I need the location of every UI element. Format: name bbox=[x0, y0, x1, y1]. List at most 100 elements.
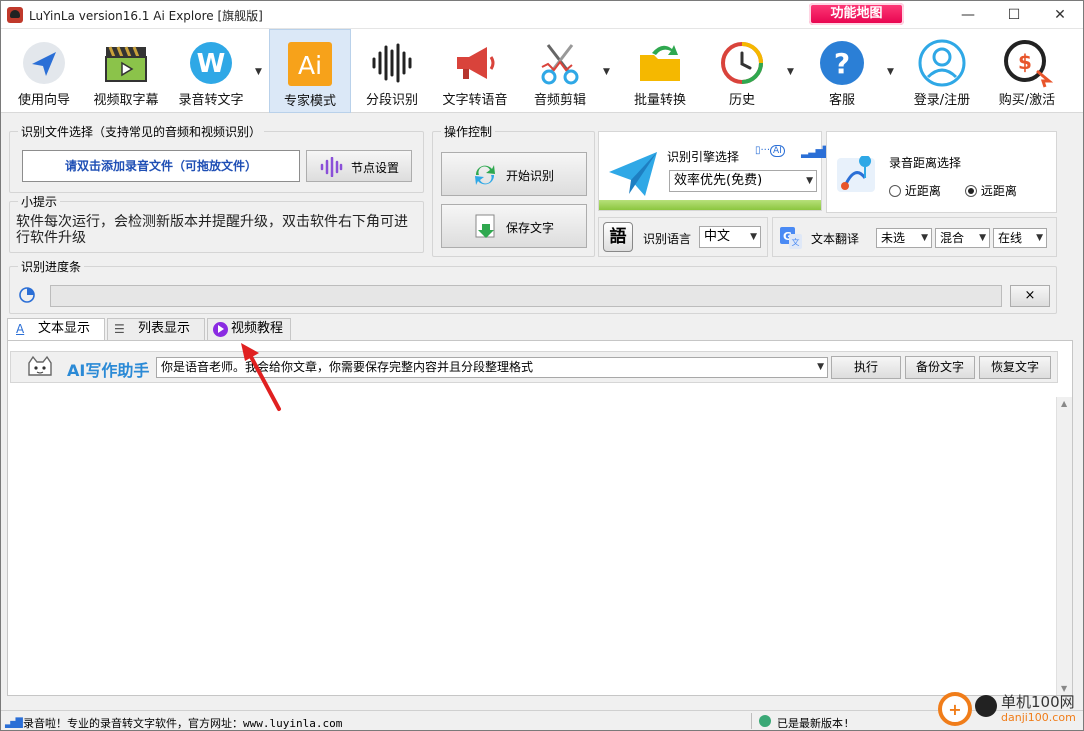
toolbar-label: 登录/注册 bbox=[913, 93, 971, 108]
chevron-down-icon[interactable]: ▼ bbox=[255, 67, 265, 77]
engine-select[interactable]: 效率优先(免费) ▼ bbox=[669, 170, 817, 192]
radio-near[interactable]: 近距离 bbox=[889, 182, 941, 199]
toolbar-label: 客服 bbox=[828, 93, 855, 108]
tab-list-display[interactable]: ☰ 列表显示 bbox=[107, 318, 205, 340]
toolbar-label: 购买/激活 bbox=[998, 93, 1056, 108]
user-icon bbox=[918, 39, 966, 87]
paper-plane-icon bbox=[609, 152, 657, 196]
tab-text-label: 文本显示 bbox=[38, 321, 91, 336]
toolbar-audio-edit[interactable]: 音频剪辑 bbox=[521, 29, 599, 113]
toolbar-audio-to-text[interactable]: W 录音转文字 bbox=[171, 29, 251, 113]
watermark-logo-icon: + bbox=[938, 692, 972, 726]
chevron-down-icon[interactable]: ▼ bbox=[787, 67, 797, 77]
add-file-dropzone[interactable]: 请双击添加录音文件（可拖放文件） bbox=[22, 150, 300, 182]
progress-title: 识别进度条 bbox=[18, 258, 85, 275]
chevron-down-icon: ▼ bbox=[817, 362, 824, 372]
language-glyph-icon: 語 bbox=[603, 222, 633, 252]
tips-group: 小提示 软件每次运行，会检测新版本并提醒升级，双击软件右下角可进行软件升级 bbox=[9, 193, 424, 253]
ai-wave-icon: ▯··· AI bbox=[755, 145, 785, 157]
tips-text: 软件每次运行，会检测新版本并提醒升级，双击软件右下角可进行软件升级 bbox=[16, 214, 408, 246]
toolbar-label: 音频剪辑 bbox=[533, 93, 586, 108]
toolbar-batch-convert[interactable]: 批量转换 bbox=[621, 29, 699, 113]
chevron-down-icon[interactable]: ▼ bbox=[887, 67, 897, 77]
waveform-icon bbox=[372, 43, 412, 83]
clear-progress-button[interactable]: × bbox=[1010, 285, 1050, 307]
translate-mode-value: 未选 bbox=[881, 231, 906, 245]
translate-mix-value: 混合 bbox=[940, 231, 965, 245]
distance-label: 录音距离选择 bbox=[889, 156, 962, 170]
translate-panel: G 文 文本翻译 未选 ▼ 混合 ▼ 在线 ▼ bbox=[772, 217, 1057, 257]
node-settings-label: 节点设置 bbox=[351, 161, 400, 175]
restore-text-button[interactable]: 恢复文字 bbox=[979, 356, 1051, 379]
status-left-text: 录音啦！专业的录音转文字软件，官方网址：www.luyinla.com bbox=[23, 717, 343, 730]
translate-label: 文本翻译 bbox=[811, 232, 860, 246]
ai-writer-bar: AI写作助手 你是语音老师。我会给你文章，你需要保存完整内容并且分段整理格式 ▼… bbox=[10, 351, 1058, 383]
save-document-icon bbox=[475, 214, 495, 238]
toolbar-segment-recognize[interactable]: 分段识别 bbox=[355, 29, 429, 113]
robot-cat-icon bbox=[28, 355, 52, 376]
translate-online-select[interactable]: 在线 ▼ bbox=[993, 228, 1047, 248]
save-text-button[interactable]: 保存文字 bbox=[441, 204, 587, 248]
function-map-button[interactable]: 功能地图 bbox=[809, 3, 904, 25]
language-select[interactable]: 中文 ▼ bbox=[699, 226, 761, 248]
ai-icon: Ai bbox=[288, 42, 332, 86]
tab-text-display[interactable]: A 文本显示 bbox=[7, 318, 105, 341]
status-version-text[interactable]: 已是最新版本! bbox=[777, 715, 850, 730]
toolbar-guide[interactable]: 使用向导 bbox=[5, 29, 83, 113]
w-circle-icon: W bbox=[190, 42, 232, 84]
toolbar-video-subtitle[interactable]: 视频取字幕 bbox=[87, 29, 165, 113]
radio-far-label: 远距离 bbox=[980, 184, 1017, 198]
tips-title: 小提示 bbox=[18, 193, 61, 210]
translate-mode-select[interactable]: 未选 ▼ bbox=[876, 228, 932, 248]
toolbar-label: 录音转文字 bbox=[178, 93, 244, 108]
node-settings-button[interactable]: 节点设置 bbox=[306, 150, 412, 182]
watermark-dot-icon bbox=[975, 695, 997, 717]
toolbar-label: 历史 bbox=[728, 93, 755, 108]
radio-far[interactable]: 远距离 bbox=[965, 182, 1017, 199]
help-question-icon: ? bbox=[820, 41, 864, 85]
site-watermark: + 单机100网 danji100.com bbox=[937, 689, 1083, 730]
minimize-button[interactable]: — bbox=[945, 1, 991, 29]
scroll-up-icon[interactable]: ▲ bbox=[1061, 399, 1067, 408]
toolbar-text-to-speech[interactable]: 文字转语音 bbox=[435, 29, 515, 113]
status-divider bbox=[751, 713, 753, 729]
backup-text-button[interactable]: 备份文字 bbox=[905, 356, 975, 379]
file-select-title: 识别文件选择（支持常见的音频和视频识别） bbox=[18, 123, 265, 140]
execute-button[interactable]: 执行 bbox=[831, 356, 901, 379]
close-button[interactable]: ✕ bbox=[1037, 1, 1083, 29]
translate-mix-select[interactable]: 混合 ▼ bbox=[935, 228, 990, 248]
file-select-group: 识别文件选择（支持常见的音频和视频识别） 请双击添加录音文件（可拖放文件） 节点… bbox=[9, 123, 424, 193]
list-icon: ☰ bbox=[114, 322, 125, 336]
svg-text:文: 文 bbox=[792, 237, 800, 247]
purchase-dollar-icon: $ bbox=[1004, 40, 1053, 88]
scissors-icon bbox=[541, 44, 579, 85]
font-a-icon: A bbox=[16, 322, 25, 336]
chevron-down-icon[interactable]: ▼ bbox=[603, 67, 613, 77]
toolbar-support[interactable]: ? 客服 bbox=[803, 29, 881, 113]
title-bar: LuYinLa version16.1 Ai Explore [旗舰版] 功能地… bbox=[1, 1, 1083, 29]
language-panel: 語 识别语言 中文 ▼ bbox=[598, 217, 768, 257]
toolbar-purchase[interactable]: $ 购买/激活 bbox=[985, 29, 1069, 113]
app-logo-icon bbox=[7, 7, 23, 23]
engine-label: 识别引擎选择 bbox=[667, 150, 740, 164]
play-circle-icon bbox=[213, 322, 228, 337]
save-text-label: 保存文字 bbox=[506, 221, 555, 235]
recognition-progress-bar bbox=[50, 285, 1002, 307]
cloud-check-icon bbox=[759, 715, 771, 727]
translate-icon: G 文 bbox=[780, 227, 802, 249]
radio-near-label: 近距离 bbox=[904, 184, 941, 198]
tab-video-label: 视频教程 bbox=[231, 321, 284, 336]
audio-bars-icon bbox=[320, 157, 343, 177]
start-recognize-button[interactable]: 开始识别 bbox=[441, 152, 587, 196]
tab-list-label: 列表显示 bbox=[138, 321, 191, 336]
toolbar-expert-mode[interactable]: Ai 专家模式 bbox=[269, 29, 351, 113]
toolbar-history[interactable]: 历史 bbox=[703, 29, 781, 113]
window-title: LuYinLa version16.1 Ai Explore [旗舰版] bbox=[29, 9, 263, 23]
tab-video-tutorial[interactable]: 视频教程 bbox=[207, 318, 291, 340]
recognition-text-area[interactable] bbox=[10, 397, 1054, 693]
distance-panel: 录音距离选择 近距离 远距离 bbox=[826, 131, 1057, 213]
toolbar-login[interactable]: 登录/注册 bbox=[903, 29, 981, 113]
vertical-scrollbar[interactable]: ▲ ▼ bbox=[1056, 397, 1072, 695]
film-clapper-icon bbox=[105, 46, 147, 82]
maximize-button[interactable]: ☐ bbox=[991, 1, 1037, 29]
